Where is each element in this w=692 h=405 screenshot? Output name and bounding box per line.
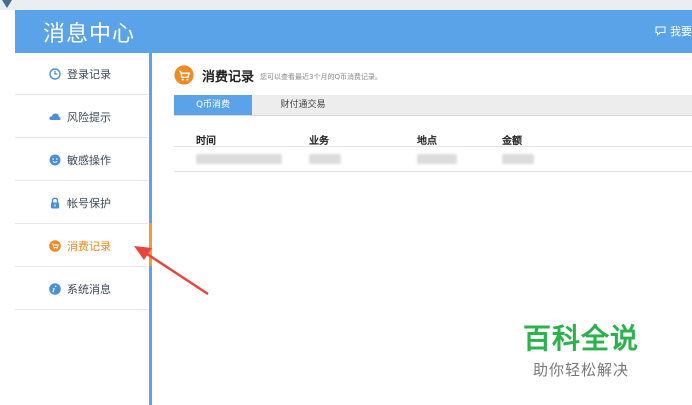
redacted-cell <box>417 154 457 164</box>
column-header-location: 地点 <box>417 136 437 147</box>
info-icon <box>49 282 61 295</box>
redacted-cell <box>196 154 282 164</box>
redacted-cell <box>309 154 341 164</box>
watermark-title: 百科全说 <box>522 322 639 355</box>
clock-icon <box>49 67 61 80</box>
section-header: 消费记录 您可以查看最近3个月的Q币消费记录。 <box>174 65 382 85</box>
sidebar: 登录记录 风险提示 敏感操作 帐号保护 消费记录 系统消息 <box>15 53 148 405</box>
header-right-label: 我要 <box>670 25 692 38</box>
section-description: 您可以查看最近3个月的Q币消费记录。 <box>260 73 382 81</box>
sidebar-item-label: 登录记录 <box>67 67 111 81</box>
sidebar-item-system-messages[interactable]: 系统消息 <box>15 268 148 310</box>
window-top-strip <box>0 0 692 10</box>
cart-icon <box>49 239 61 252</box>
sidebar-item-sensitive-ops[interactable]: 敏感操作 <box>15 139 148 181</box>
sidebar-item-purchase-records[interactable]: 消费记录 <box>15 225 148 267</box>
sidebar-item-label: 敏感操作 <box>67 153 111 167</box>
window-corner-icon <box>2 0 12 8</box>
column-header-service: 业务 <box>309 136 329 147</box>
comment-icon <box>655 26 666 36</box>
sidebar-item-login-records[interactable]: 登录记录 <box>15 53 148 95</box>
sidebar-item-label: 消费记录 <box>67 239 111 253</box>
tab-tenpay-transactions[interactable]: 财付通交易 <box>272 95 334 115</box>
tab-bar: Q币消费 财付通交易 <box>174 95 692 116</box>
header-feedback-link[interactable]: 我要 <box>655 23 692 39</box>
lock-icon <box>49 196 61 209</box>
sidebar-item-label: 帐号保护 <box>67 196 111 210</box>
cloud-icon <box>49 111 61 123</box>
sidebar-item-risk-alerts[interactable]: 风险提示 <box>15 96 148 138</box>
annotation-arrow-icon <box>134 246 209 296</box>
sidebar-item-label: 风险提示 <box>67 110 111 124</box>
watermark: 百科全说 助你轻松解决 <box>516 317 646 380</box>
tab-q-coin-spending[interactable]: Q币消费 <box>174 95 252 115</box>
smiley-icon <box>49 154 61 166</box>
sidebar-item-account-protection[interactable]: 帐号保护 <box>15 182 148 224</box>
table-header: 时间 业务 地点 金额 <box>174 132 692 147</box>
table-row <box>174 149 692 172</box>
column-header-amount: 金额 <box>502 136 522 147</box>
header-bar: 消息中心 我要 <box>15 10 692 53</box>
sidebar-item-label: 系统消息 <box>67 282 111 296</box>
redacted-cell <box>502 154 534 164</box>
cart-icon <box>174 65 194 85</box>
watermark-subtitle: 助你轻松解决 <box>532 361 629 379</box>
section-title: 消费记录 <box>202 69 255 85</box>
column-header-time: 时间 <box>196 136 216 147</box>
page-title: 消息中心 <box>43 22 136 47</box>
